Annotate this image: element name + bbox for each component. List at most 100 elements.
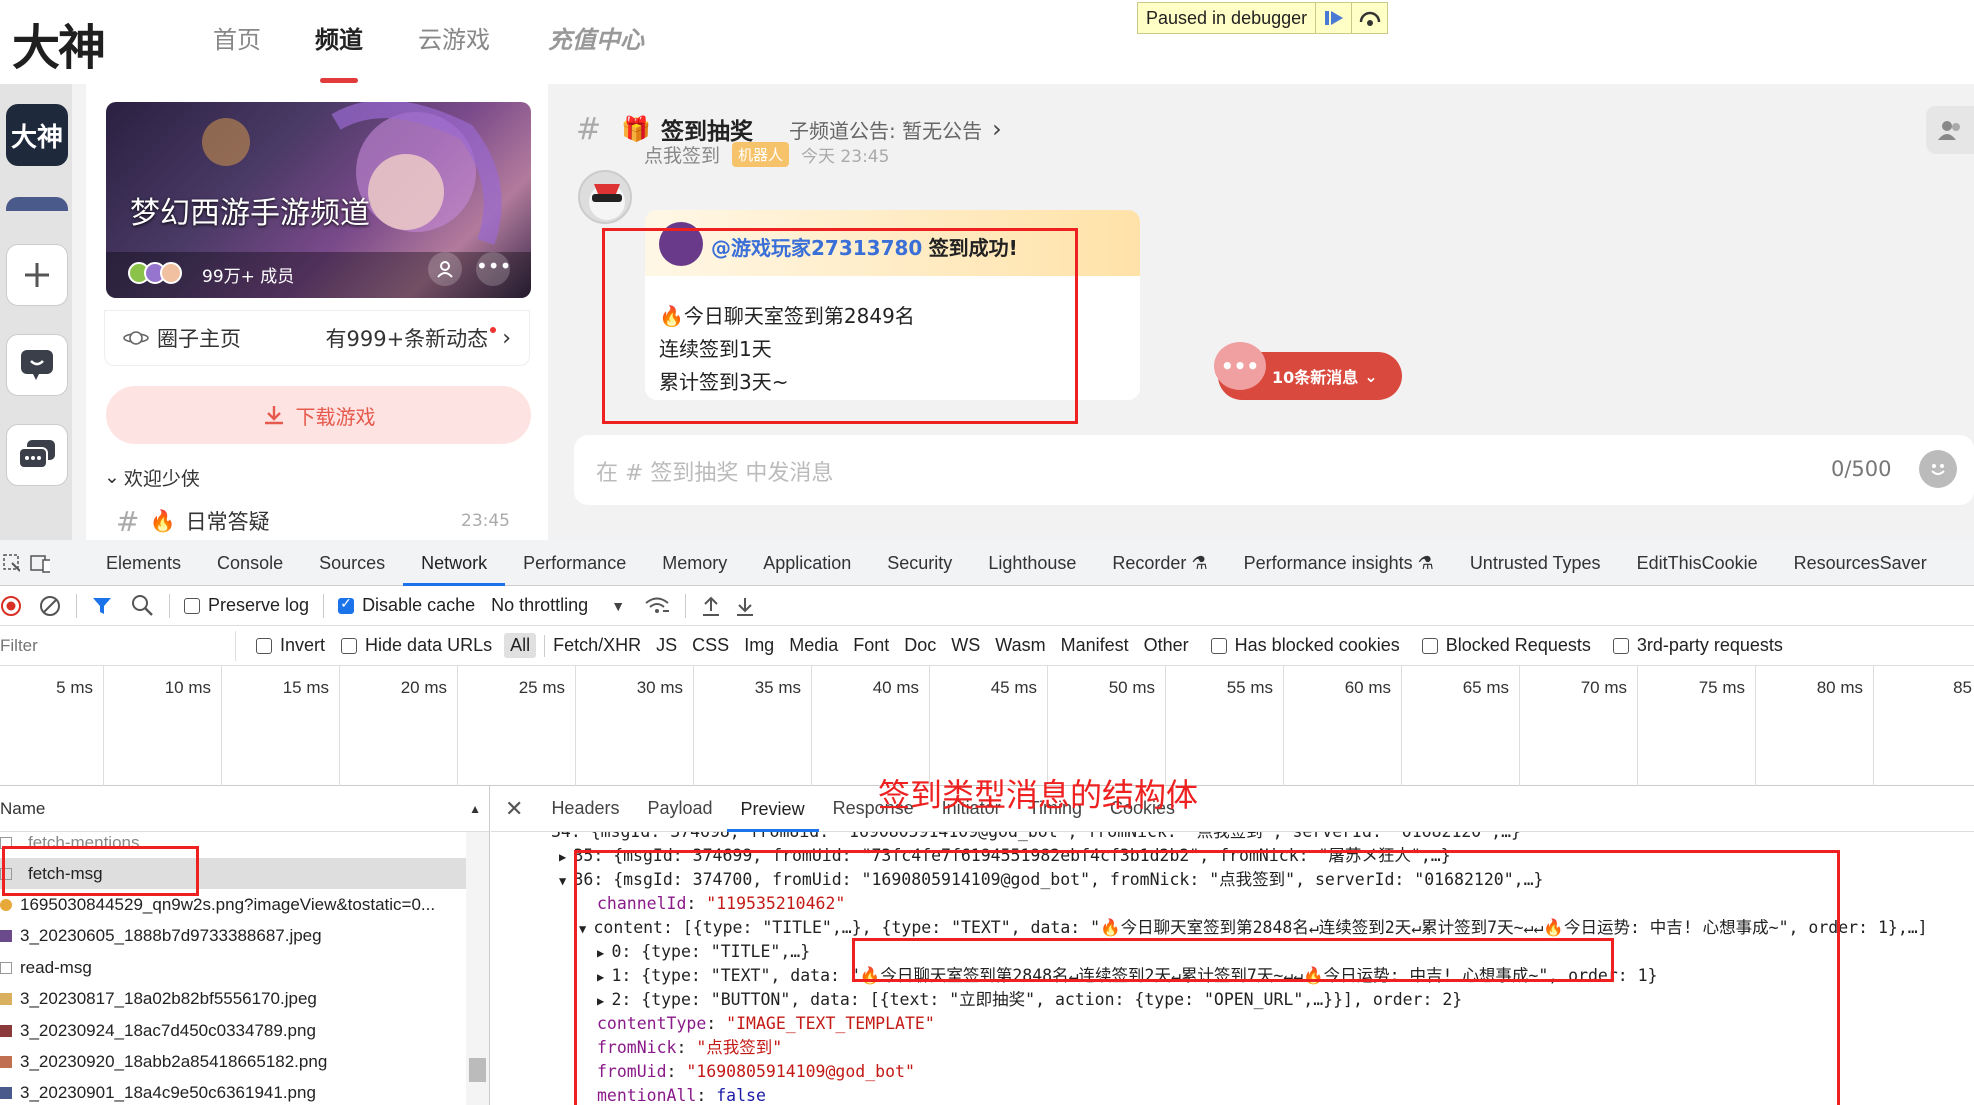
type-css[interactable]: CSS [692,635,729,656]
detail-tab-preview[interactable]: Preview [726,786,819,832]
emoji-button[interactable] [1919,450,1957,488]
group-welcome[interactable]: ⌄ 欢迎少侠 [104,460,530,494]
has-blocked-cookies-checkbox[interactable]: Has blocked cookies [1210,635,1400,656]
type-other[interactable]: Other [1144,635,1189,656]
new-messages-button[interactable]: ••• 10条新消息 ⌄ [1214,342,1402,400]
preserve-log-checkbox[interactable]: Preserve log [184,595,309,616]
scrollbar-thumb[interactable] [469,1058,486,1082]
hide-data-urls-checkbox[interactable]: Hide data URLs [341,635,492,656]
tab-editthiscookie[interactable]: EditThisCookie [1619,540,1776,586]
step-over-button[interactable] [1351,3,1387,33]
type-wasm[interactable]: Wasm [995,635,1045,656]
bot-avatar-art [589,184,625,220]
more-button[interactable]: ••• [476,252,511,286]
hash-icon: # [576,111,602,147]
download-game-button[interactable]: 下载游戏 [106,386,531,444]
sub-channel-daily-qa[interactable]: # 🔥 日常答疑 23:45 [104,504,530,538]
tree-node[interactable]: 34: {msgId: 374698, fromUid: "1690805914… [551,832,1521,844]
message-input[interactable]: 在 # 签到抽奖 中发消息 [596,455,833,487]
chevron-right-icon: › [992,115,1002,143]
tab-network[interactable]: Network [403,540,506,586]
tab-memory[interactable]: Memory [644,540,745,586]
page: { "topnav": { "logo": "大神", "tabs": ["首页… [0,0,1974,1105]
export-har-icon[interactable] [734,595,756,617]
import-har-icon[interactable] [700,595,722,617]
type-ws[interactable]: WS [951,635,980,656]
tab-lighthouse[interactable]: Lighthouse [970,540,1094,586]
third-party-checkbox[interactable]: 3rd-party requests [1612,635,1783,656]
disable-cache-checkbox[interactable]: Disable cache [338,595,475,616]
type-doc[interactable]: Doc [904,635,936,656]
filter-input[interactable] [0,630,236,661]
close-icon[interactable]: ✕ [491,796,537,822]
request-list: Name ▲ fetch-mentions fetch-msg 169503084… [0,786,490,1105]
tick-label: 35 ms [694,666,812,786]
tab-console[interactable]: Console [199,540,301,586]
request-row[interactable]: 3_20230605_1888b7d9733388687.jpeg [0,921,466,952]
smiley-icon [1931,464,1945,475]
add-server-button[interactable] [6,244,68,306]
request-row[interactable]: 3_20230901_18a4c9e50c6361941.png [0,1078,466,1105]
tick-label: 45 ms [930,666,1048,786]
record-icon[interactable] [0,594,24,618]
search-icon[interactable] [131,594,155,618]
tab-recharge[interactable]: 充值中心 [548,20,644,55]
member-button[interactable] [428,252,462,286]
request-row[interactable]: 3_20230920_18abb2a85418665182.png [0,1046,466,1077]
device-toggle-icon[interactable] [30,553,50,573]
chat-button[interactable] [6,334,68,396]
tab-untrusted-types[interactable]: Untrusted Types [1452,540,1619,586]
tab-resourcessaver[interactable]: ResourcesSaver [1776,540,1945,586]
resume-icon [1324,11,1343,25]
tab-cloud-game[interactable]: 云游戏 [418,20,490,55]
type-js[interactable]: JS [656,635,677,656]
channel-title: 梦幻西游手游频道 [130,196,370,231]
inspect-tools [0,553,50,573]
rail-logo[interactable]: 大神 [6,104,68,166]
throttling-select[interactable]: No throttling ▼ [491,595,625,616]
circle-row[interactable]: 圈子主页 有999+条新动态 › [104,310,530,366]
tab-performance[interactable]: Performance [505,540,644,586]
messages-button[interactable] [6,424,68,486]
inspect-icon[interactable] [2,553,21,573]
chat-bubble-icon [21,350,53,380]
filter-icon[interactable] [91,595,113,617]
tab-sources[interactable]: Sources [301,540,403,586]
tab-recorder[interactable]: Recorder ⚗ [1094,540,1225,586]
type-all[interactable]: All [504,633,537,658]
type-manifest[interactable]: Manifest [1061,635,1129,656]
channel-banner: 梦幻西游手游频道 99万+ 成员 ••• [106,102,531,298]
request-row[interactable]: 3_20230817_18a02b82bf5556170.jpeg [0,984,466,1015]
detail-tab-payload[interactable]: Payload [633,798,726,819]
bot-avatar[interactable] [578,170,632,224]
type-fetch-xhr[interactable]: Fetch/XHR [553,635,641,656]
invert-checkbox[interactable]: Invert [256,635,325,656]
tick-label: 10 ms [104,666,222,786]
tab-elements[interactable]: Elements [88,540,199,586]
network-conditions-icon[interactable] [643,595,671,617]
request-row[interactable]: 3_20230924_18ac7d450c0334789.png [0,1015,466,1046]
logo[interactable]: 大神 [12,8,106,78]
devtools-tabs: Elements Console Sources Network Perform… [0,540,1974,586]
clear-icon[interactable] [38,594,62,618]
tab-channel[interactable]: 频道 [315,20,363,55]
network-timeline[interactable]: 5 ms 10 ms 15 ms 20 ms 25 ms 30 ms 35 ms… [0,666,1974,786]
request-row[interactable]: read-msg [0,952,466,983]
members-toggle[interactable] [1926,106,1974,154]
type-media[interactable]: Media [789,635,838,656]
tab-performance-insights[interactable]: Performance insights ⚗ [1226,540,1452,586]
message-meta: 点我签到 机器人 今天 23:45 [644,138,889,170]
tab-security[interactable]: Security [869,540,970,586]
type-font[interactable]: Font [853,635,889,656]
rail-avatar-peek[interactable] [6,197,68,211]
tab-home[interactable]: 首页 [213,20,261,55]
blocked-requests-checkbox[interactable]: Blocked Requests [1421,635,1591,656]
name-column-header[interactable]: Name ▲ [0,786,489,832]
tab-application[interactable]: Application [745,540,869,586]
sender-name[interactable]: 点我签到 [644,141,720,168]
resume-button[interactable] [1315,3,1351,33]
app-area: 大神 首页 频道 云游戏 充值中心 Paused in debugger 大神 … [0,0,1974,540]
type-img[interactable]: Img [744,635,774,656]
detail-tab-headers[interactable]: Headers [537,798,633,819]
request-list-scrollbar[interactable] [466,832,489,1105]
